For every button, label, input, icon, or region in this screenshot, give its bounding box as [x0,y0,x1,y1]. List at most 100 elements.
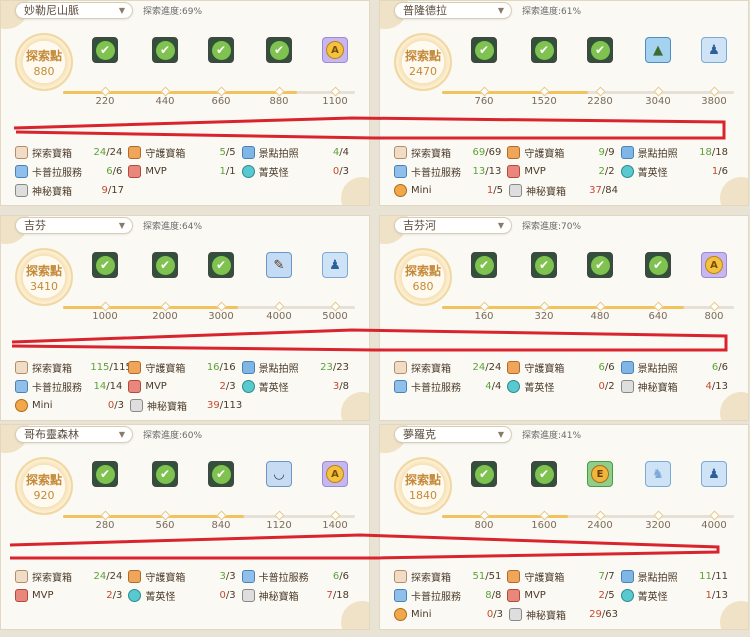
stat-total: 5 [496,184,503,196]
stat-item: 探索寶箱 115/115 [15,360,132,375]
milestone-value: 660 [211,96,231,107]
milestone-node [479,510,490,521]
stat-total: 14 [109,380,123,392]
progress-fill [442,91,588,94]
milestone-node [274,301,285,312]
kapra-icon [394,588,407,602]
stat-label: MVP [145,380,167,392]
stat-count: 37/84 [586,185,624,196]
milestone-value: 800 [704,311,724,322]
milestone-value: 880 [269,96,289,107]
region-select[interactable]: 普隆德拉 ▼ [394,1,512,19]
reward-icon[interactable]: A [322,37,348,63]
stat-total: 6 [721,165,728,177]
claimed-reward-icon[interactable]: ✔ [208,461,234,487]
stat-count: 0/3 [317,166,355,177]
reward-icon[interactable]: E [587,461,613,487]
points-value: 2470 [409,64,437,78]
reward-icon[interactable]: ▲ [645,37,671,63]
reward-icon[interactable]: A [322,461,348,487]
region-select[interactable]: 妙勒尼山脈 ▼ [15,1,133,19]
stat-label: 菁英怪 [258,167,289,179]
chest-icon [394,145,407,159]
milestone-node [330,510,341,521]
stat-done: 11 [699,570,712,582]
claimed-reward-icon[interactable]: ✔ [471,252,497,278]
stat-item: 菁英怪 3/8 [241,379,355,394]
reward-icon[interactable]: A [701,252,727,278]
stat-total: 3 [229,589,236,601]
kapra-icon [394,379,407,393]
milestone-node [160,86,171,97]
reward-icon[interactable]: ♟ [701,461,727,487]
stat-item: 探索寶箱 24/24 [15,569,128,584]
progress-fill [442,306,685,309]
stat-item: 菁英怪 0/3 [128,588,241,603]
stat-item: 景點拍照 23/23 [241,360,355,375]
milestone-value: 2000 [152,311,178,322]
stat-count: 0/3 [204,590,242,601]
stat-total: 5 [229,146,236,158]
reward-icon[interactable]: ♟ [701,37,727,63]
region-select[interactable]: 夢羅克 ▼ [394,425,512,443]
region-select[interactable]: 吉芬河 ▼ [394,216,512,234]
claimed-reward-icon[interactable]: ✔ [92,37,118,63]
claimed-reward-icon[interactable]: ✔ [645,252,671,278]
panel-header: 夢羅克 ▼ 探索進度:41% [394,425,581,443]
reward-icon[interactable]: ♞ [645,461,671,487]
claimed-reward-icon[interactable]: ✔ [152,461,178,487]
reward-icon[interactable]: ◡ [266,461,292,487]
stat-count: 4/4 [317,147,355,158]
stat-item: 卡普拉服務 13/13 [394,164,507,179]
stat-total: 6 [115,165,123,177]
reward-icon[interactable]: ✎ [266,252,292,278]
region-select[interactable]: 吉芬 ▼ [15,216,133,234]
milestone-node [479,86,490,97]
claimed-reward-icon[interactable]: ✔ [92,461,118,487]
stats-list: 探索寶箱 24/24 守護寶箱 5/5 景點拍照 4/4 卡普拉服務 6/6 MVP 1/1 菁英怪… [15,143,355,200]
progress-track [63,86,355,97]
stat-count: 1/5 [471,185,509,196]
stat-item: MVP 2/3 [15,588,128,602]
milestone-node [216,510,227,521]
chevron-down-icon: ▼ [497,220,504,230]
stat-item: 探索寶箱 24/24 [15,145,128,160]
claimed-reward-icon[interactable]: ✔ [471,37,497,63]
stat-item: 神秘寶箱 4/13 [620,379,734,394]
points-label: 探索點 [404,263,441,278]
stat-total: 23 [336,361,349,373]
claimed-reward-icon[interactable]: ✔ [152,37,178,63]
reward-icon[interactable]: ♟ [322,252,348,278]
stat-label: 卡普拉服務 [32,167,82,179]
claimed-reward-icon[interactable]: ✔ [92,252,118,278]
stat-label: 景點拍照 [258,148,299,160]
claimed-reward-icon[interactable]: ✔ [531,37,557,63]
claimed-reward-icon[interactable]: ✔ [208,252,234,278]
exploration-progress: 探索進度:61% [522,6,582,17]
mvp-icon [128,164,142,178]
claimed-reward-icon[interactable]: ✔ [471,461,497,487]
stat-total: 9 [608,146,615,158]
myst-icon [620,379,634,393]
chevron-down-icon: ▼ [118,429,125,439]
stat-item: 神秘寶箱 39/113 [130,398,245,413]
claimed-reward-icon[interactable]: ✔ [587,252,613,278]
claimed-reward-icon[interactable]: ✔ [208,37,234,63]
stat-done: 51 [472,570,486,582]
milestone-value: 3800 [701,96,727,107]
claimed-reward-icon[interactable]: ✔ [266,37,292,63]
claimed-reward-icon[interactable]: ✔ [531,461,557,487]
stat-count: 14/14 [90,381,128,392]
stat-total: 13 [715,380,728,392]
photo-icon [620,360,634,374]
claimed-reward-icon[interactable]: ✔ [587,37,613,63]
stat-label: 守護寶箱 [145,363,186,375]
panel-header: 哥布靈森林 ▼ 探索進度:60% [15,425,202,443]
claimed-reward-icon[interactable]: ✔ [152,252,178,278]
stat-item: 卡普拉服務 8/8 [394,588,507,603]
claimed-reward-icon[interactable]: ✔ [531,252,557,278]
region-select[interactable]: 哥布靈森林 ▼ [15,425,133,443]
milestone-node [539,86,550,97]
milestone-node [100,301,111,312]
milestone-node [539,301,550,312]
